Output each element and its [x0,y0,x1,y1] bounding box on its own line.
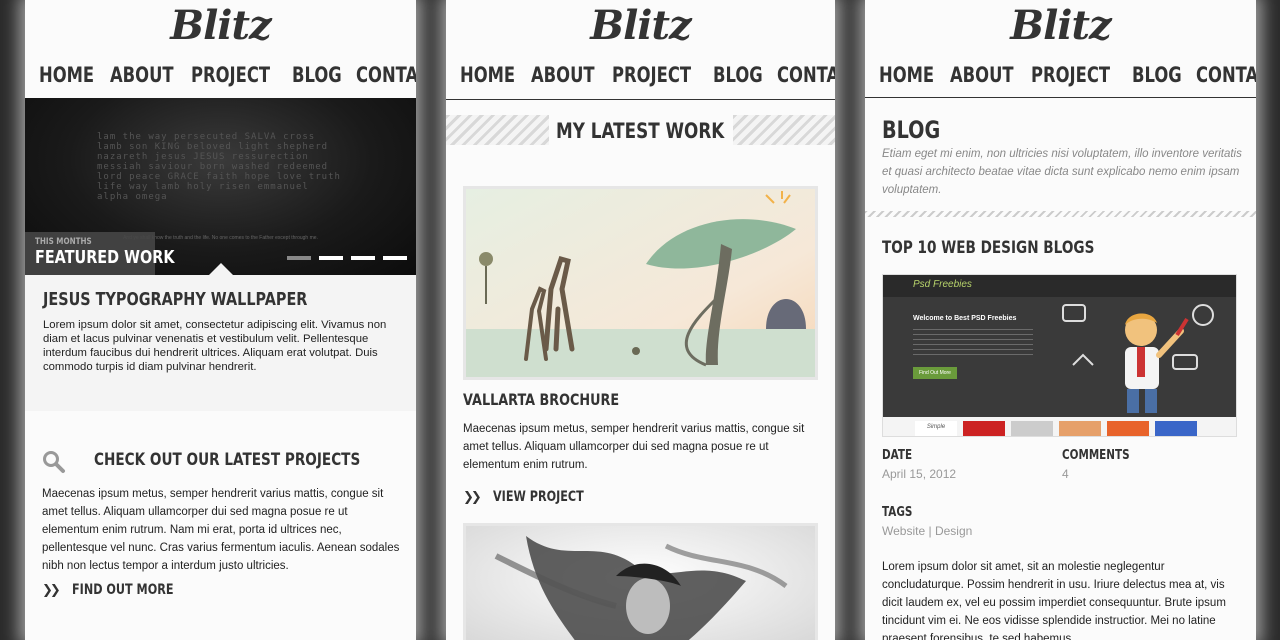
comments-label: COMMENTS [1062,448,1130,463]
slider-dot-4[interactable] [383,256,407,260]
tag-website[interactable]: Website [882,524,925,538]
nav-about[interactable]: ABOUT [531,63,595,87]
search-icon [43,451,65,473]
main-nav: HOME ABOUT PROJECT BLOG CONTACT [446,52,835,98]
tag-separator: | [928,524,932,538]
date-label: DATE [882,448,913,463]
screenshot-button: Find Out More [913,367,957,379]
find-out-more-link[interactable]: ❯❯ FIND OUT MORE [42,582,199,598]
featured-text: Lorem ipsum dolor sit amet, consectetur … [43,319,387,373]
screenshot-logo: Psd Freebies [913,279,972,290]
comments-count[interactable]: 4 [1062,467,1069,481]
featured-label: THIS MONTHS FEATURED WORK [25,232,174,275]
hatch-divider [865,211,1256,217]
nav-contact[interactable]: CONTACT [777,63,835,87]
typography-artwork: lam the way persecuted SALVA cross lamb … [97,132,341,202]
tags-label: TAGS [882,505,913,520]
tag-design[interactable]: Design [935,524,972,538]
nav-project[interactable]: PROJECT [1031,63,1110,87]
nav-blog[interactable]: BLOG [1132,63,1182,87]
screenshot-thumb-simple: Simple [915,421,957,436]
nav-project[interactable]: PROJECT [191,63,270,87]
blog-intro: Etiam eget mi enim, non ultricies nisi v… [882,148,1242,196]
latest-work-title: MY LATEST WORK [556,119,725,143]
cartoon-character-illustration [1062,304,1214,413]
nav-about[interactable]: ABOUT [950,63,1014,87]
surreal-landscape-illustration [466,189,815,377]
screenshot-heading: Welcome to Best PSD Freebies [913,315,1017,322]
date-value: April 15, 2012 [882,467,957,481]
post-body: Lorem ipsum dolor sit amet, sit an moles… [882,561,1226,640]
site-logo[interactable]: Blitz [25,0,416,52]
view-project-label: VIEW PROJECT [493,489,584,505]
slider-dot-3[interactable] [351,256,375,260]
mobile-home-panel: Blitz HOME ABOUT PROJECT BLOG CONTACT la… [25,0,416,640]
work-title[interactable]: VALLARTA BROCHURE [463,390,619,409]
projects-text: Maecenas ipsum metus, semper hendrerit v… [42,488,400,572]
slider-dot-1[interactable] [287,256,311,260]
slider-dot-2[interactable] [319,256,343,260]
double-chevron-right-icon: ❯❯ [42,582,61,598]
tags-list: Website | Design [882,524,972,538]
screenshot-thumb-3 [1011,421,1053,436]
nav-divider [865,97,1256,98]
slider-pointer [209,263,233,275]
featured-title[interactable]: JESUS TYPOGRAPHY WALLPAPER [43,289,307,310]
projects-heading: CHECK OUT OUR LATEST PROJECTS [94,450,361,470]
site-logo[interactable]: Blitz [446,0,835,52]
mobile-blog-panel: Blitz HOME ABOUT PROJECT BLOG CONTACT BL… [865,0,1256,640]
featured-description: JESUS TYPOGRAPHY WALLPAPER Lorem ipsum d… [25,275,416,411]
nav-home[interactable]: HOME [879,63,934,87]
screenshot-thumb-5 [1107,421,1149,436]
screenshot-text-lines [913,329,1033,359]
nav-blog[interactable]: BLOG [713,63,763,87]
site-logo[interactable]: Blitz [865,0,1256,52]
blog-title: BLOG [882,116,941,144]
portrait-photo[interactable] [463,523,818,640]
nav-project[interactable]: PROJECT [612,63,691,87]
nav-home[interactable]: HOME [460,63,515,87]
main-nav: HOME ABOUT PROJECT BLOG CONTACT [25,52,416,98]
double-chevron-right-icon: ❯❯ [463,489,482,505]
slider-pagination [287,256,407,260]
smoke-hair-portrait [466,526,815,640]
latest-work-header: MY LATEST WORK [446,115,835,145]
vallarta-brochure-image[interactable] [463,186,818,380]
post-featured-image[interactable]: Psd Freebies Welcome to Best PSD Freebie… [882,274,1237,437]
nav-about[interactable]: ABOUT [110,63,174,87]
screenshot-thumb-2 [963,421,1005,436]
mobile-work-panel: Blitz HOME ABOUT PROJECT BLOG CONTACT MY… [446,0,835,640]
nav-blog[interactable]: BLOG [292,63,342,87]
featured-big-label: FEATURED WORK [35,247,175,268]
work-text: Maecenas ipsum metus, semper hendrerit v… [463,423,805,471]
find-out-more-label: FIND OUT MORE [72,582,174,598]
nav-contact[interactable]: CONTACT [1196,63,1256,87]
view-project-link[interactable]: ❯❯ VIEW PROJECT [463,489,606,505]
screenshot-thumb-4 [1059,421,1101,436]
nav-home[interactable]: HOME [39,63,94,87]
main-nav: HOME ABOUT PROJECT BLOG CONTACT [865,52,1256,98]
post-title[interactable]: TOP 10 WEB DESIGN BLOGS [882,238,1094,258]
featured-small-label: THIS MONTHS [35,237,92,247]
nav-contact[interactable]: CONTACT [356,63,416,87]
nav-divider [446,99,835,100]
screenshot-thumb-6 [1155,421,1197,436]
